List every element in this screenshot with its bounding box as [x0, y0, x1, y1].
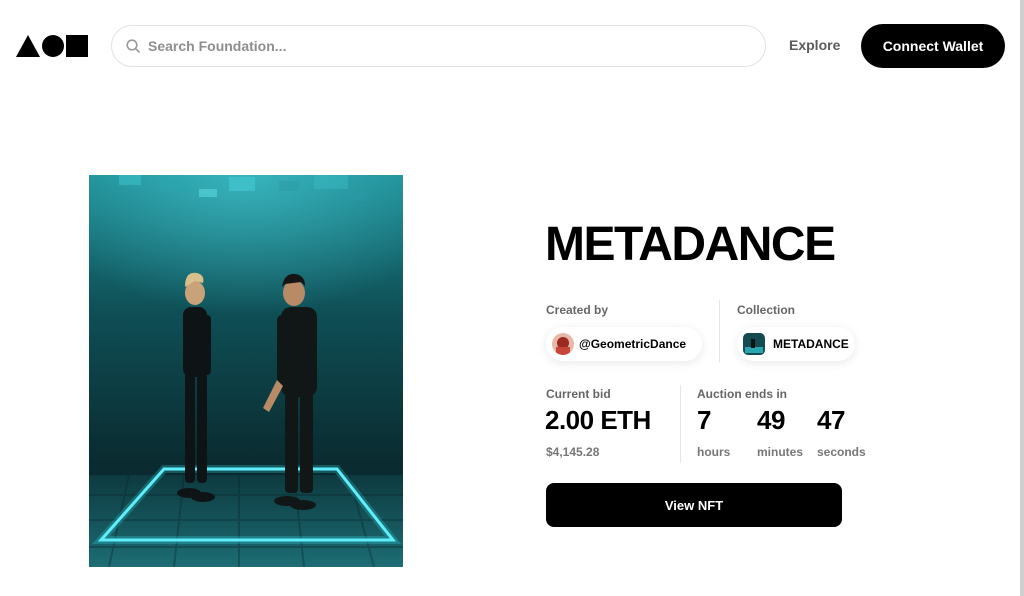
view-nft-button[interactable]: View NFT [546, 483, 842, 527]
search-bar[interactable] [111, 25, 766, 67]
collection-name: METADANCE [773, 337, 849, 351]
auction-label: Auction ends in [697, 387, 787, 401]
creator-username: @GeometricDance [579, 337, 687, 351]
artwork-image[interactable] [89, 175, 403, 567]
divider [719, 300, 720, 362]
collection-thumbnail-icon [743, 333, 765, 355]
foundation-logo-icon[interactable] [16, 34, 90, 58]
connect-wallet-button[interactable]: Connect Wallet [861, 24, 1005, 68]
search-icon [126, 39, 140, 53]
countdown-minutes: 49 [757, 405, 785, 435]
collection-pill[interactable]: METADANCE [737, 327, 855, 361]
countdown-seconds-label: seconds [817, 445, 866, 459]
collection-label: Collection [737, 303, 796, 317]
window-edge [1020, 0, 1024, 596]
divider [680, 385, 681, 463]
search-input[interactable] [148, 38, 708, 54]
current-bid-usd: $4,145.28 [546, 445, 600, 459]
explore-link[interactable]: Explore [789, 37, 840, 53]
creator-pill[interactable]: @GeometricDance [546, 327, 702, 361]
current-bid-label: Current bid [546, 387, 611, 401]
avatar [552, 333, 574, 355]
countdown-seconds: 47 [817, 405, 845, 435]
current-bid-value: 2.00 ETH [545, 405, 651, 435]
countdown-minutes-label: minutes [757, 445, 804, 459]
countdown-hours-label: hours [697, 445, 731, 459]
nft-title: METADANCE [545, 218, 836, 271]
created-by-label: Created by [546, 303, 609, 317]
countdown-hours: 7 [697, 405, 711, 435]
